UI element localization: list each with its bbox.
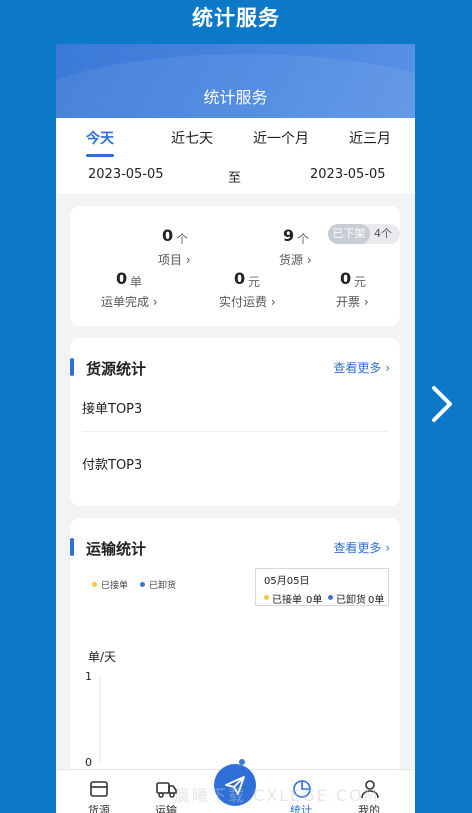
projects-link[interactable]: 项目 › (158, 251, 191, 268)
chevron-right-icon[interactable] (428, 384, 456, 424)
transport-stats-more-link[interactable]: 查看更多 › (333, 539, 390, 556)
tab-seven-days[interactable]: 近七天 (171, 128, 213, 148)
transport-stats-more-label: 查看更多 (333, 541, 382, 555)
sources-unit: 个 (297, 232, 310, 246)
sources-label: 货源 (279, 253, 304, 267)
legend-dot-accepted (92, 582, 97, 587)
source-stats-card: 货源统计 查看更多 › 接单TOP3 付款TOP3 (70, 338, 400, 506)
y-tick-label: 0 (85, 756, 92, 769)
invoice-unit: 元 (354, 275, 367, 289)
chart-y-unit: 单/天 (88, 650, 117, 664)
row-divider (82, 431, 388, 432)
invoice-link[interactable]: 开票 › (336, 293, 369, 310)
y-tick-label: 1 (85, 670, 92, 683)
offline-badge-count: 4个 (374, 227, 392, 240)
tooltip-unloaded-name: 已卸货 (336, 595, 366, 606)
date-separator: 至 (228, 171, 242, 186)
legend-unloaded: 已卸货 (149, 581, 177, 591)
section-accent-bar (70, 538, 74, 556)
cargo-icon[interactable] (89, 779, 109, 799)
projects-unit: 个 (176, 232, 189, 246)
accept-top3-row[interactable]: 接单TOP3 (82, 398, 142, 417)
end-date[interactable]: 2023-05-05 (310, 167, 386, 182)
chart-tooltip: 05月05日 已接单 0单 已卸货 0单 (255, 568, 389, 606)
summary-card: 0 个 项目 › 9 个 货源 › 已下架 4个 0 单 运单完成 › 0 元 … (70, 206, 400, 326)
waybills-unit: 单 (130, 275, 143, 289)
tab-three-months[interactable]: 近三月 (349, 128, 391, 148)
transport-chart: 1005日 (85, 670, 255, 778)
header-banner: 统计服务 (56, 44, 415, 118)
offline-badge-label: 已下架 (328, 224, 370, 244)
tooltip-unloaded-value: 0单 (368, 595, 385, 606)
freight-label: 实付运费 (219, 295, 268, 309)
projects-label: 项目 (158, 253, 183, 267)
phone-screen: 统计服务 今天 近七天 近一个月 近三月 2023-05-05 至 2023-0… (56, 44, 415, 813)
transport-stats-title: 运输统计 (86, 540, 147, 558)
freight-value: 0 (234, 269, 246, 288)
section-accent-bar (70, 358, 74, 376)
invoice-value: 0 (340, 269, 352, 288)
tab-active-indicator (86, 154, 114, 157)
tooltip-dot-accepted (264, 595, 269, 600)
sources-value: 9 (283, 226, 295, 245)
tab-bar: 今天 近七天 近一个月 近三月 2023-05-05 至 2023-05-05 (56, 118, 415, 194)
transport-stats-card: 运输统计 查看更多 › 已接单 已卸货 05月05日 已接单 0单 已卸货 0单… (70, 518, 400, 778)
projects-value: 0 (162, 226, 174, 245)
waybills-label: 运单完成 (101, 295, 150, 309)
tab-one-month[interactable]: 近一个月 (253, 128, 309, 148)
start-date[interactable]: 2023-05-05 (88, 167, 164, 182)
waybills-value: 0 (116, 269, 128, 288)
tooltip-accepted-name: 已接单 (272, 595, 302, 606)
nav-cargo[interactable]: 货源 (88, 802, 110, 813)
invoice-label: 开票 (336, 295, 361, 309)
payment-top3-row[interactable]: 付款TOP3 (82, 454, 142, 473)
freight-link[interactable]: 实付运费 › (219, 293, 276, 310)
source-stats-title: 货源统计 (86, 360, 147, 378)
legend-accepted: 已接单 (101, 581, 129, 591)
tooltip-dot-unloaded (328, 595, 333, 600)
freight-unit: 元 (248, 275, 261, 289)
tooltip-accepted-value: 0单 (306, 595, 323, 606)
tab-today[interactable]: 今天 (86, 128, 114, 148)
watermark: 晨曦下载 CXLEGE.COM (174, 786, 380, 805)
source-stats-more-label: 查看更多 (333, 361, 382, 375)
sources-link[interactable]: 货源 › (279, 251, 312, 268)
source-stats-more-link[interactable]: 查看更多 › (333, 359, 390, 376)
header-title: 统计服务 (203, 88, 268, 107)
waybills-link[interactable]: 运单完成 › (101, 293, 158, 310)
page-title: 统计服务 (192, 6, 280, 30)
legend-dot-unloaded (140, 582, 145, 587)
tooltip-date: 05月05日 (264, 576, 310, 587)
offline-badge[interactable]: 已下架 4个 (328, 224, 400, 244)
